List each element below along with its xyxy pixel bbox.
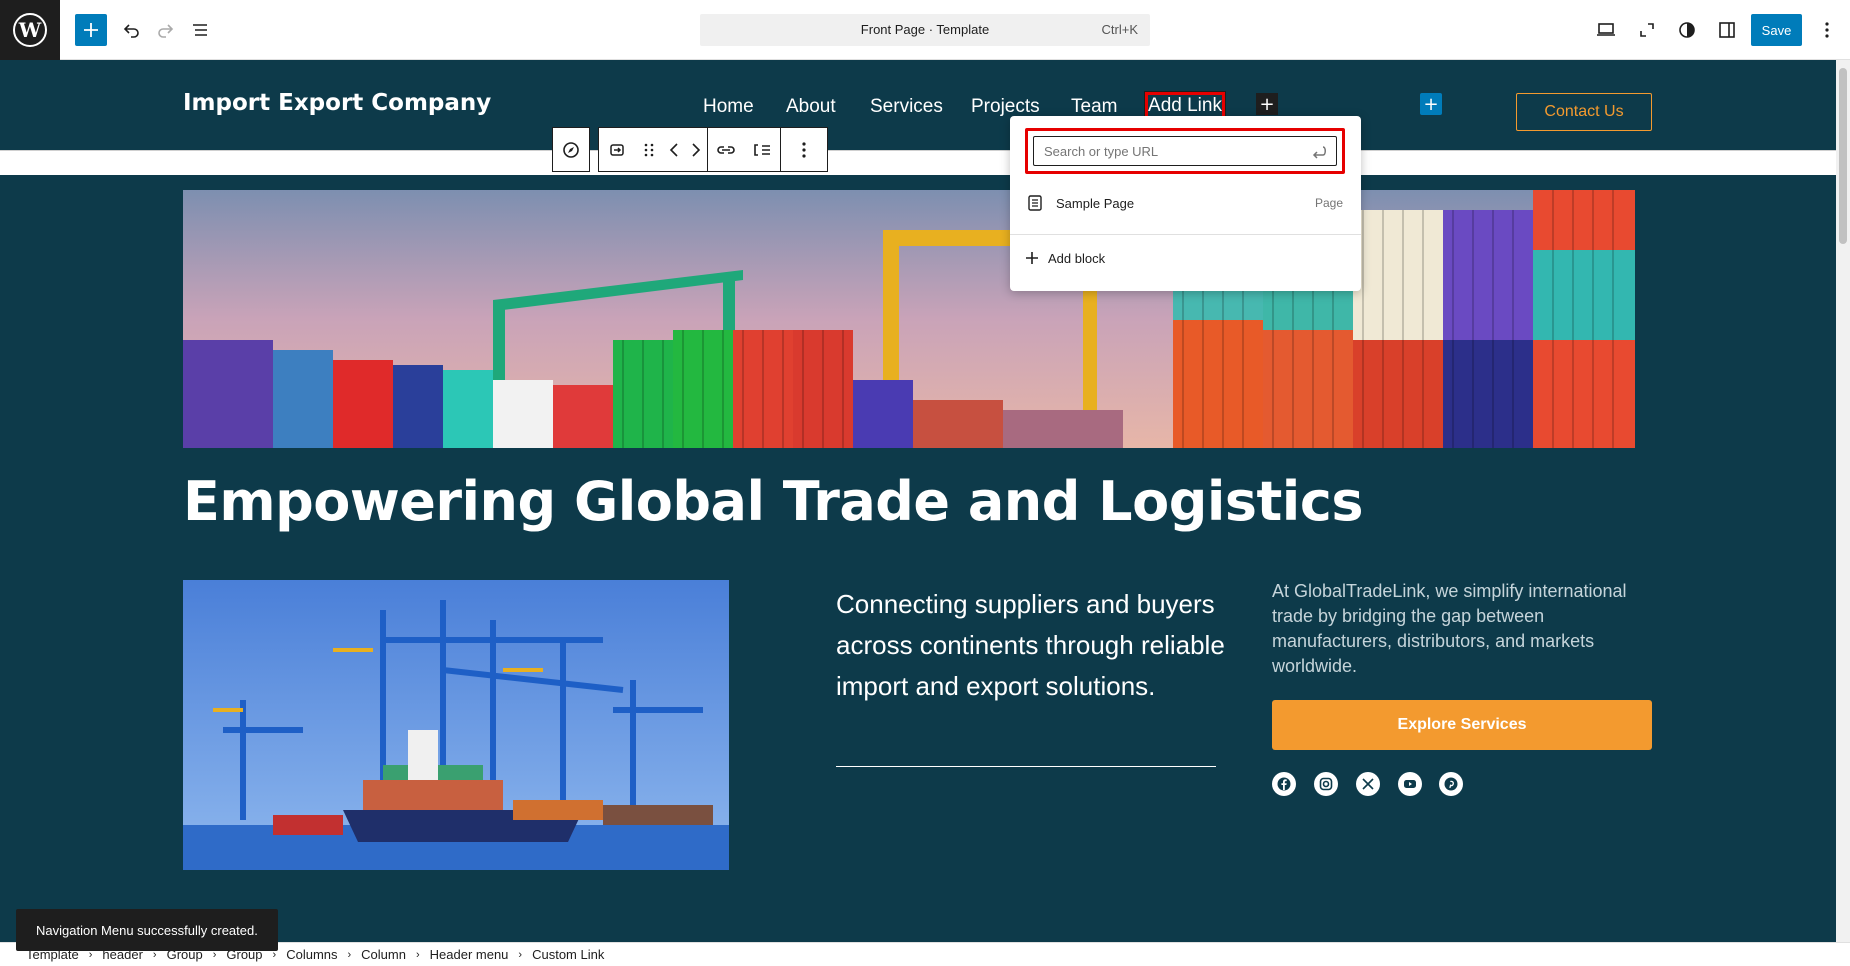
suggestion-type: Page	[1314, 196, 1343, 210]
wordpress-logo-icon[interactable]: W	[0, 0, 60, 60]
nav-item-about[interactable]: About	[786, 96, 836, 118]
desktop-icon	[1597, 23, 1615, 36]
hero-description[interactable]: At GlobalTradeLink, we simplify internat…	[1272, 579, 1652, 679]
editor-top-toolbar: W Front Page · Template Ctrl+K Save	[0, 0, 1850, 60]
expand-icon	[1640, 23, 1654, 37]
hero-section: Empowering Global Trade and Logistics Co…	[0, 175, 1836, 942]
options-menu-button[interactable]	[1810, 13, 1844, 47]
block-toolbar-link-group	[707, 127, 781, 172]
add-block-label: Add block	[1048, 250, 1106, 266]
submenu-icon	[754, 143, 770, 156]
undo-icon	[123, 24, 139, 38]
separator	[836, 766, 1216, 767]
block-toolbar-parent-group	[552, 127, 590, 172]
canvas-scrollbar[interactable]	[1836, 60, 1850, 942]
redo-button[interactable]	[148, 13, 182, 47]
select-parent-button[interactable]	[553, 128, 589, 171]
link-control-popover: Sample Page Page Add block	[1010, 116, 1361, 291]
breadcrumb-columns[interactable]: Columns	[286, 947, 337, 962]
nav-item-services[interactable]: Services	[870, 96, 943, 118]
svg-text:W: W	[18, 18, 42, 42]
sidebar-icon	[1719, 22, 1735, 38]
facebook-icon[interactable]	[1272, 772, 1296, 796]
redo-icon	[158, 24, 174, 38]
container-port-banner-image[interactable]	[183, 190, 1635, 448]
contrast-icon	[1679, 22, 1695, 38]
more-vertical-icon	[802, 141, 806, 158]
add-submenu-button[interactable]	[744, 128, 780, 171]
styles-button[interactable]	[1670, 13, 1704, 47]
breadcrumb-custom-link: Custom Link	[532, 947, 605, 962]
cargo-ship-port-image[interactable]	[183, 580, 729, 870]
url-search-wrapper	[1025, 128, 1345, 174]
add-nav-item-button[interactable]: +	[1256, 93, 1278, 115]
plus-icon	[84, 23, 98, 37]
divider	[1010, 234, 1361, 235]
block-toolbar-options-group	[780, 127, 828, 172]
move-left-button[interactable]	[663, 128, 685, 171]
block-options-button[interactable]	[781, 128, 827, 171]
site-header: Import Export Company Home About Service…	[0, 60, 1836, 150]
nav-item-projects[interactable]: Projects	[971, 96, 1040, 118]
drag-handle-icon	[644, 143, 654, 156]
site-title[interactable]: Import Export Company	[183, 90, 491, 116]
shortcut-hint: Ctrl+K	[1101, 22, 1138, 37]
chevron-right-icon: ›	[415, 948, 420, 961]
link-button[interactable]	[708, 128, 744, 171]
drag-handle[interactable]	[635, 128, 663, 171]
nav-item-team[interactable]: Team	[1071, 96, 1117, 118]
suggestion-item[interactable]: Sample Page Page	[1018, 188, 1353, 218]
scrollbar-thumb[interactable]	[1839, 68, 1847, 244]
breadcrumb-header-menu[interactable]: Header menu	[430, 947, 509, 962]
youtube-icon[interactable]	[1398, 772, 1422, 796]
x-icon[interactable]	[1356, 772, 1380, 796]
save-button[interactable]: Save	[1751, 14, 1802, 46]
snackbar-notice[interactable]: Navigation Menu successfully created.	[16, 909, 278, 951]
instagram-icon[interactable]	[1314, 772, 1338, 796]
block-inserter-button[interactable]	[75, 14, 107, 46]
page-icon	[1028, 195, 1042, 211]
template-title: Front Page · Template	[860, 22, 990, 37]
more-vertical-icon	[1825, 22, 1829, 38]
contact-us-button[interactable]: Contact Us	[1516, 93, 1652, 131]
chevron-right-icon	[692, 142, 701, 157]
pinterest-icon[interactable]	[1439, 772, 1463, 796]
hero-headline[interactable]: Empowering Global Trade and Logistics	[183, 470, 1363, 533]
fullscreen-button[interactable]	[1630, 13, 1664, 47]
nav-item-home[interactable]: Home	[703, 96, 754, 118]
transform-block-button[interactable]	[599, 128, 635, 171]
plus-icon	[1026, 252, 1038, 264]
settings-sidebar-button[interactable]	[1710, 13, 1744, 47]
chevron-left-icon	[669, 142, 678, 157]
block-toolbar-move-group	[598, 127, 708, 172]
document-overview-button[interactable]	[183, 13, 217, 47]
add-block-option[interactable]: Add block	[1024, 250, 1105, 266]
command-palette-bar[interactable]: Front Page · Template Ctrl+K	[700, 14, 1150, 46]
undo-button[interactable]	[115, 13, 149, 47]
explore-services-button[interactable]: Explore Services	[1272, 700, 1652, 750]
breadcrumb-column[interactable]: Column	[361, 947, 406, 962]
header-divider-strip	[0, 150, 1836, 175]
link-icon	[717, 145, 735, 154]
view-button[interactable]	[1589, 13, 1623, 47]
enter-icon[interactable]	[1310, 145, 1328, 161]
hero-lead-text[interactable]: Connecting suppliers and buyers across c…	[836, 584, 1226, 707]
nav-item-add-link[interactable]: Add Link	[1144, 91, 1226, 120]
chevron-right-icon: ›	[518, 948, 523, 961]
editor-canvas: Import Export Company Home About Service…	[0, 60, 1836, 942]
move-right-button[interactable]	[685, 128, 707, 171]
suggestion-title: Sample Page	[1056, 195, 1135, 211]
add-block-button[interactable]: +	[1420, 93, 1442, 115]
chevron-right-icon: ›	[347, 948, 352, 961]
url-search-input[interactable]	[1033, 136, 1337, 166]
list-view-icon	[193, 24, 207, 36]
block-toolbar	[552, 127, 828, 172]
custom-link-icon	[610, 143, 624, 156]
compass-icon	[563, 141, 579, 158]
